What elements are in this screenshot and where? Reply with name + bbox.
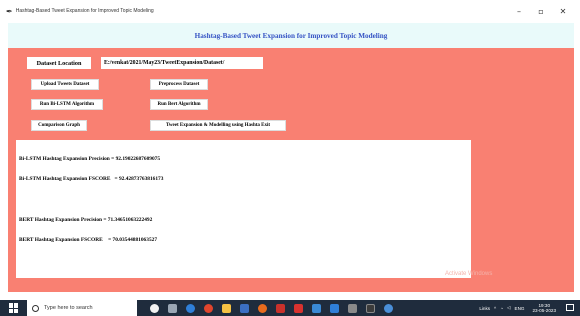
- chrome-icon[interactable]: [203, 303, 213, 313]
- window-title: Hashtag-Based Tweet Expansion for Improv…: [15, 8, 154, 14]
- taskbar-apps: [145, 303, 397, 313]
- taskbar: Type here to search Links ^ ◔ ◁ ENG 19:3…: [0, 300, 580, 316]
- tweet-expansion-button[interactable]: Tweet Expansion & Modelling using Hashta…: [150, 120, 286, 131]
- task-view-icon[interactable]: [167, 303, 177, 313]
- volume-icon[interactable]: ◁: [507, 305, 511, 311]
- cortana-icon[interactable]: [149, 303, 159, 313]
- output-line: Bi-LSTM Hashtag Expansion Precision = 92…: [19, 155, 161, 162]
- windows-start-icon[interactable]: [9, 303, 19, 313]
- terminal-icon[interactable]: [365, 303, 375, 313]
- clock[interactable]: 19:30 23-05-2023: [533, 303, 557, 314]
- window-controls: – ▫ ✕: [508, 0, 574, 22]
- output-line: BERT Hashtag Expansion Precision = 71.34…: [19, 216, 153, 223]
- main-panel: Dataset Location E:/venkat/2021/May23/Tw…: [8, 48, 574, 292]
- window-titlebar: ✒ Hashtag-Based Tweet Expansion for Impr…: [0, 0, 580, 22]
- chevron-up-icon[interactable]: ^: [494, 306, 496, 311]
- app-icon-red[interactable]: [275, 303, 285, 313]
- edge-icon[interactable]: [185, 303, 195, 313]
- language-indicator[interactable]: ENG: [515, 306, 525, 311]
- app-icon-blue[interactable]: [311, 303, 321, 313]
- feather-icon: ✒: [6, 6, 13, 16]
- file-explorer-icon[interactable]: [221, 303, 231, 313]
- minimize-icon[interactable]: –: [508, 7, 530, 16]
- app-header: Hashtag-Based Tweet Expansion for Improv…: [8, 23, 574, 48]
- dataset-location-label: Dataset Location: [27, 57, 91, 69]
- dataset-path-field[interactable]: E:/venkat/2021/May23/TweetExpansion/Data…: [101, 57, 263, 69]
- clock-date: 23-05-2023: [532, 308, 557, 313]
- system-tray: Links ^ ◔ ◁ ENG 19:30 23-05-2023: [477, 300, 556, 316]
- run-bert-button[interactable]: Run Bert Algorithm: [150, 99, 208, 110]
- maximize-icon[interactable]: ▫: [530, 7, 552, 16]
- search-placeholder: Type here to search: [44, 305, 93, 311]
- output-line: BERT Hashtag Expansion FSCORE = 70.03544…: [19, 237, 158, 244]
- upload-tweets-button[interactable]: Upload Tweets Dataset: [31, 79, 99, 90]
- comparison-graph-button[interactable]: Comparison Graph: [31, 120, 87, 131]
- search-icon: [32, 304, 39, 312]
- close-icon[interactable]: ✕: [552, 7, 574, 16]
- run-bilstm-button[interactable]: Run Bi-LSTM Algorithm: [31, 99, 103, 110]
- activate-windows-watermark: Activate Windows: [445, 271, 493, 277]
- network-icon[interactable]: ◔: [500, 306, 503, 311]
- pdf-icon[interactable]: [293, 303, 303, 313]
- python-icon[interactable]: [383, 303, 393, 313]
- settings-icon[interactable]: [347, 303, 357, 313]
- links-label[interactable]: Links: [479, 306, 490, 311]
- taskbar-search-box[interactable]: Type here to search: [27, 300, 137, 316]
- word-icon[interactable]: [329, 303, 339, 313]
- page-title: Hashtag-Based Tweet Expansion for Improv…: [194, 31, 388, 40]
- preprocess-dataset-button[interactable]: Preprocess Dataset: [150, 79, 208, 90]
- firefox-icon[interactable]: [257, 303, 267, 313]
- notification-icon[interactable]: [566, 304, 574, 311]
- output-line: Bi-LSTM Hashtag Expansion FSCORE = 92.42…: [19, 175, 164, 182]
- store-icon[interactable]: [239, 303, 249, 313]
- output-text-area[interactable]: Bi-LSTM Hashtag Expansion Precision = 92…: [16, 140, 471, 278]
